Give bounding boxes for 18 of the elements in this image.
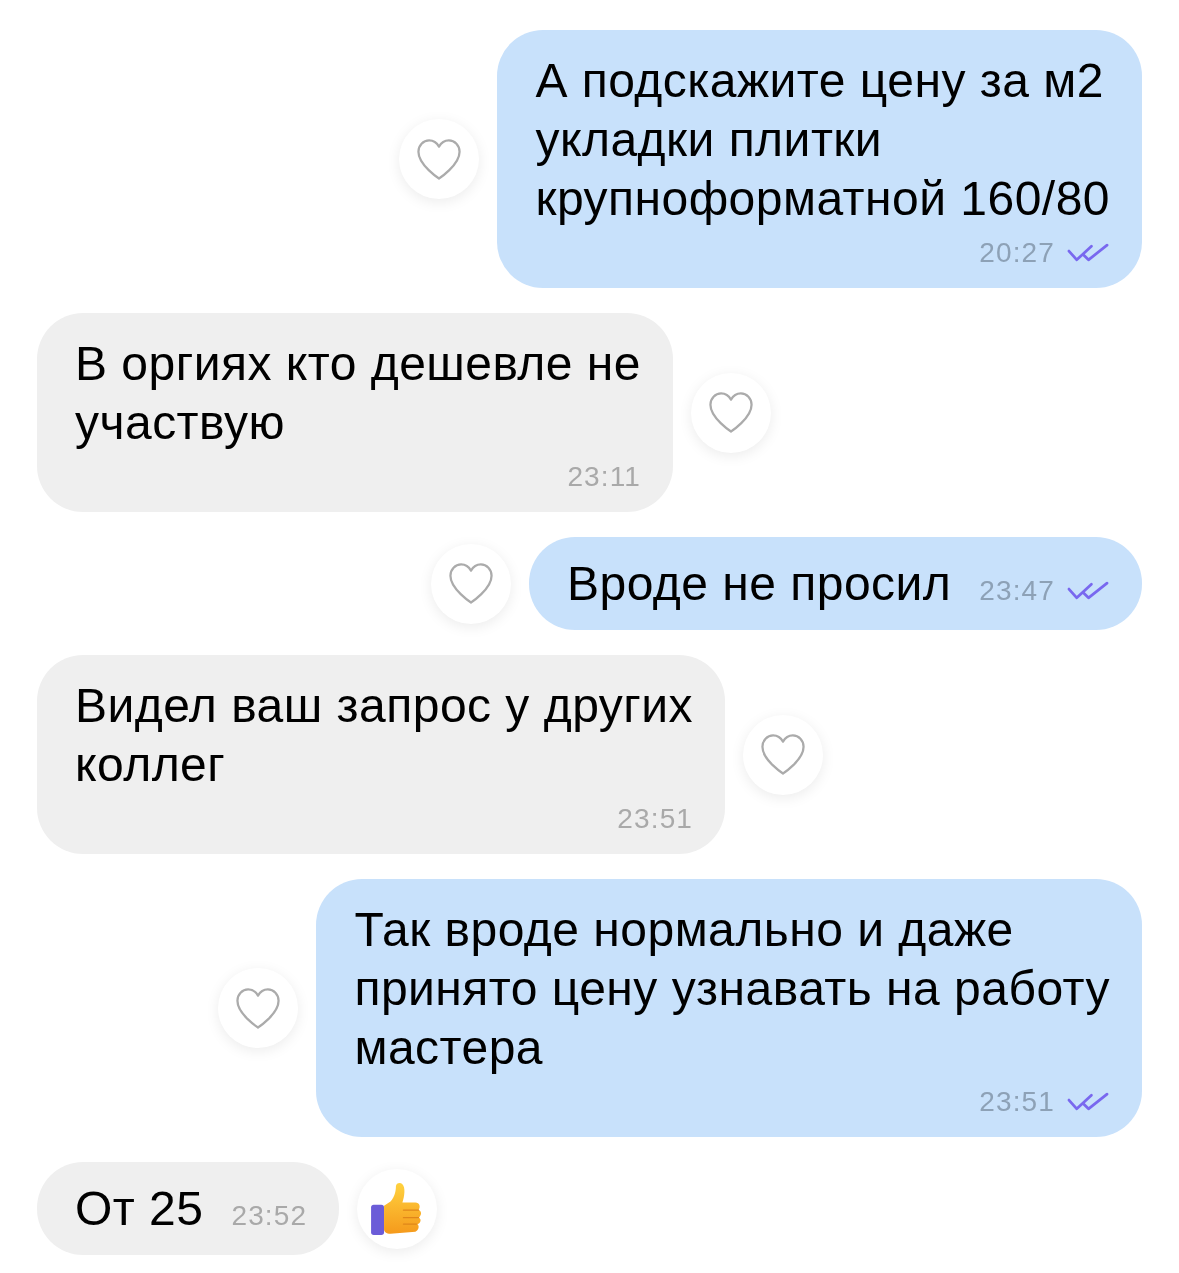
message-time: 23:47 [979,574,1055,608]
heart-icon [761,734,806,775]
heart-icon [709,392,753,433]
message-time: 23:51 [617,802,694,836]
heart-icon [449,563,493,604]
message-text: Так вроде нормально и даже принято цену узнавать на работу мастера [354,902,1110,1076]
message-time: 23:11 [567,460,641,494]
message-text: Вроде не просил [567,556,952,612]
message-text: От 25 [75,1181,204,1237]
message-time: 20:27 [979,236,1055,270]
message-text: А подскажите цену за м2 укладки плитки крупноформатной 160/80 [535,53,1110,227]
message-text: В оргиях кто дешевле не участвую [75,336,641,451]
heart-icon [236,987,281,1029]
message-text: Видел ваш запрос у других коллег [75,678,694,793]
message-time: 23:52 [231,1199,308,1233]
thumbs-up-icon [371,1181,424,1236]
heart-icon [417,138,462,180]
message-time: 23:51 [979,1085,1055,1119]
